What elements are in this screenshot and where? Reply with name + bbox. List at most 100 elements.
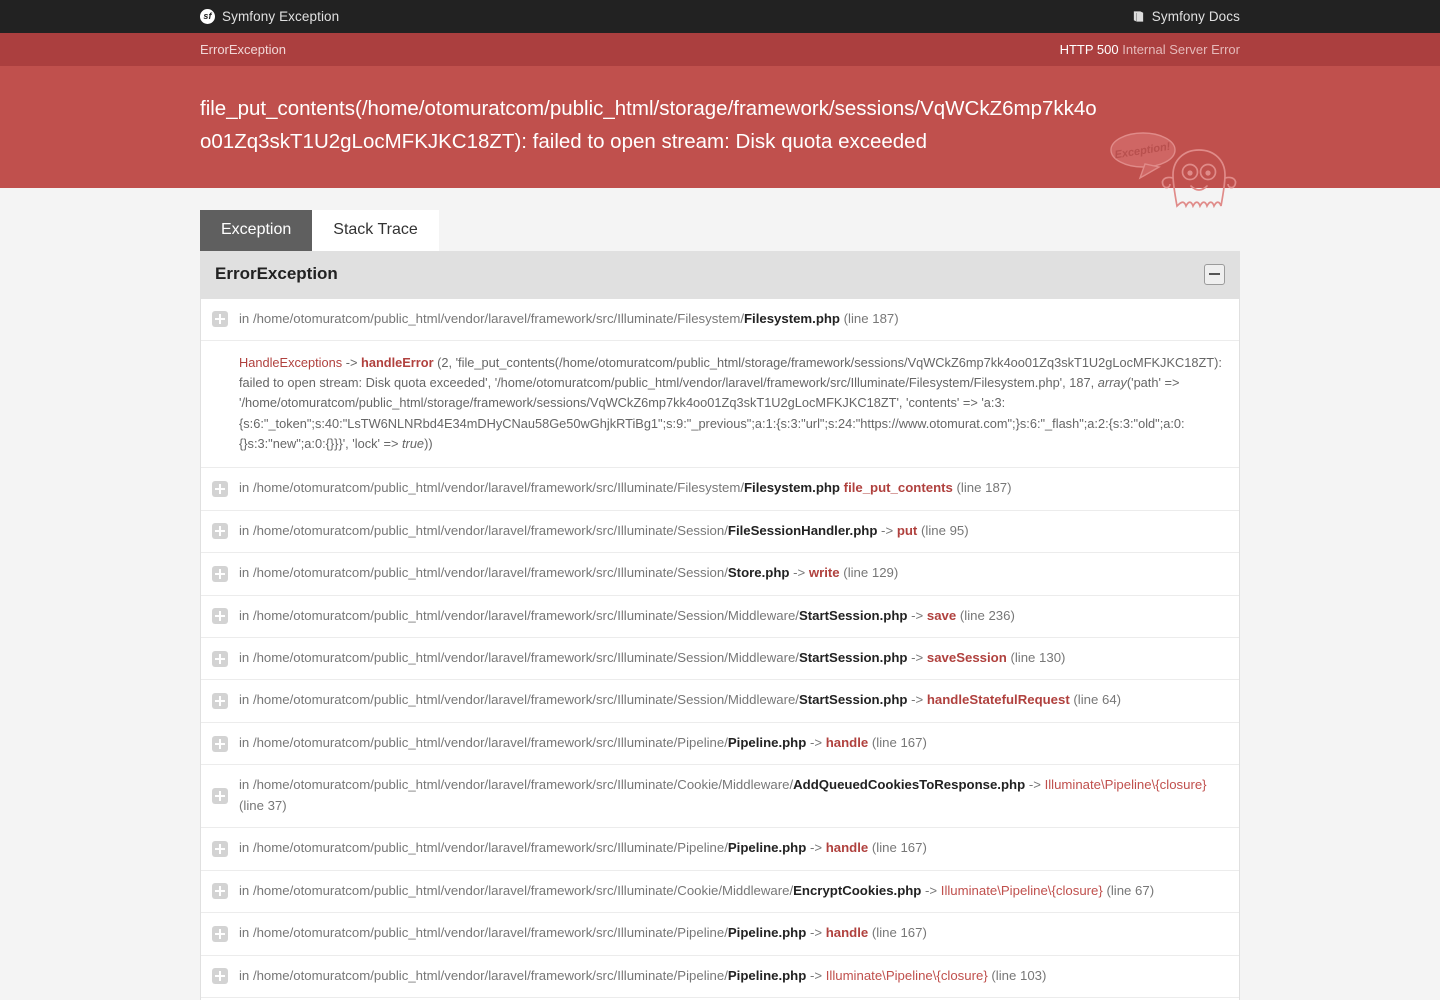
expand-plus-icon[interactable] xyxy=(212,311,228,328)
expand-plus-icon[interactable] xyxy=(212,565,228,582)
trace-arrow: -> xyxy=(877,522,897,538)
svg-text:Exception!: Exception! xyxy=(1114,141,1172,162)
trace-file-path: /home/otomuratcom/public_html/vendor/lar… xyxy=(252,607,799,623)
trace-function-name: put xyxy=(896,522,918,538)
expand-plus-icon[interactable] xyxy=(212,693,228,710)
trace-row[interactable]: in /home/otomuratcom/public_html/vendor/… xyxy=(201,765,1239,829)
status-code: HTTP 500 xyxy=(1059,42,1119,57)
trace-function-name: file_put_contents xyxy=(843,480,953,496)
trace-in-keyword: in xyxy=(239,692,253,708)
app-title: Symfony Exception xyxy=(222,9,340,24)
symfony-docs-label: Symfony Docs xyxy=(1151,9,1240,24)
status-bar: ErrorException HTTP 500 Internal Server … xyxy=(0,33,1440,66)
trace-args-detail: HandleExceptions -> handleError (2, 'fil… xyxy=(201,341,1239,469)
trace-line-number: (line 187) xyxy=(840,310,899,326)
trace-arrow: -> xyxy=(806,734,826,750)
trace-row[interactable]: in /home/otomuratcom/public_html/vendor/… xyxy=(201,511,1239,554)
trace-arrow: -> xyxy=(1025,777,1045,793)
trace-file-path: /home/otomuratcom/public_html/vendor/lar… xyxy=(252,522,728,538)
trace-file-name: StartSession.php xyxy=(798,692,908,708)
trace-line-number: (line 167) xyxy=(868,925,927,941)
args-body-last: )) xyxy=(424,435,433,451)
trace-row[interactable]: in /home/otomuratcom/public_html/vendor/… xyxy=(201,638,1239,681)
trace-file-name: StartSession.php xyxy=(798,607,908,623)
status-text: Internal Server Error xyxy=(1122,42,1240,57)
expand-plus-icon[interactable] xyxy=(212,523,228,540)
trace-line-number: (line 67) xyxy=(1102,882,1155,898)
trace-function-name: save xyxy=(926,607,957,623)
trace-row[interactable]: in /home/otomuratcom/public_html/vendor/… xyxy=(201,299,1239,342)
trace-file-path: /home/otomuratcom/public_html/vendor/lar… xyxy=(252,882,794,898)
trace-row[interactable]: in /home/otomuratcom/public_html/vendor/… xyxy=(201,596,1239,638)
trace-row[interactable]: in /home/otomuratcom/public_html/vendor/… xyxy=(201,553,1239,596)
expand-plus-icon[interactable] xyxy=(212,925,228,942)
tab-exception[interactable]: Exception xyxy=(200,210,313,251)
exception-panel-header: ErrorException xyxy=(201,250,1239,299)
trace-file-name: StartSession.php xyxy=(798,649,908,665)
trace-row[interactable]: in /home/otomuratcom/public_html/vendor/… xyxy=(201,680,1239,723)
trace-file-name: EncryptCookies.php xyxy=(793,882,922,898)
trace-line-number: (line 95) xyxy=(917,522,969,538)
trace-row[interactable]: in /home/otomuratcom/public_html/vendor/… xyxy=(201,871,1239,914)
trace-line-number: (line 130) xyxy=(1006,649,1066,665)
expand-plus-icon[interactable] xyxy=(212,788,228,805)
trace-file-name: Pipeline.php xyxy=(727,734,807,750)
trace-function-name: write xyxy=(808,565,840,581)
trace-arrow: -> xyxy=(921,882,941,898)
top-bar: sf Symfony Exception Symfony Docs xyxy=(0,0,1440,33)
tab-bar: Exception Stack Trace xyxy=(200,210,1240,251)
trace-arrow: -> xyxy=(806,840,826,856)
args-arrow: -> xyxy=(342,355,362,371)
trace-in-keyword: in xyxy=(239,734,253,750)
trace-row[interactable]: in /home/otomuratcom/public_html/vendor/… xyxy=(201,828,1239,871)
trace-in-keyword: in xyxy=(239,777,253,793)
brand-area: sf Symfony Exception xyxy=(200,9,339,24)
trace-arrow: -> xyxy=(907,692,927,708)
trace-line-number: (line 64) xyxy=(1069,692,1122,708)
expand-plus-icon[interactable] xyxy=(212,883,228,900)
trace-function-name: handle xyxy=(825,925,869,941)
trace-file-path: /home/otomuratcom/public_html/vendor/lar… xyxy=(252,777,794,793)
trace-line-number: (line 103) xyxy=(987,967,1047,983)
trace-file-path: /home/otomuratcom/public_html/vendor/lar… xyxy=(252,967,728,983)
trace-in-keyword: in xyxy=(239,882,253,898)
trace-function-name: handle xyxy=(825,840,869,856)
expand-plus-icon[interactable] xyxy=(212,650,228,667)
args-true-keyword: true xyxy=(402,435,425,451)
trace-file-name: FileSessionHandler.php xyxy=(727,522,878,538)
expand-plus-icon[interactable] xyxy=(212,968,228,985)
trace-row[interactable]: in /home/otomuratcom/public_html/vendor/… xyxy=(201,468,1239,511)
trace-file-name: Pipeline.php xyxy=(727,925,807,941)
trace-function-name: handle xyxy=(825,734,869,750)
expand-plus-icon[interactable] xyxy=(212,608,228,625)
trace-arrow: -> xyxy=(789,565,809,581)
trace-line-number: (line 37) xyxy=(239,797,287,813)
trace-function-name: handleStatefulRequest xyxy=(926,692,1070,708)
stack-trace-list: in /home/otomuratcom/public_html/vendor/… xyxy=(201,299,1239,1000)
tab-stack-trace[interactable]: Stack Trace xyxy=(312,210,439,251)
trace-row[interactable]: in /home/otomuratcom/public_html/vendor/… xyxy=(201,956,1239,999)
trace-row[interactable]: in /home/otomuratcom/public_html/vendor/… xyxy=(201,723,1239,766)
trace-file-path: /home/otomuratcom/public_html/vendor/lar… xyxy=(252,692,799,708)
trace-file-path: /home/otomuratcom/public_html/vendor/lar… xyxy=(252,310,744,326)
args-body-first: (2, xyxy=(433,355,456,371)
trace-file-path: /home/otomuratcom/public_html/vendor/lar… xyxy=(252,649,799,665)
minus-icon[interactable] xyxy=(1204,263,1225,285)
book-icon xyxy=(1132,10,1145,23)
trace-arrow: -> xyxy=(907,607,927,623)
trace-file-path: /home/otomuratcom/public_html/vendor/lar… xyxy=(252,734,728,750)
expand-plus-icon[interactable] xyxy=(212,840,228,857)
trace-row[interactable]: in /home/otomuratcom/public_html/vendor/… xyxy=(201,913,1239,956)
trace-in-keyword: in xyxy=(239,649,253,665)
expand-plus-icon[interactable] xyxy=(212,480,228,497)
symfony-docs-link[interactable]: Symfony Docs xyxy=(1132,9,1240,24)
trace-file-path: /home/otomuratcom/public_html/vendor/lar… xyxy=(252,925,728,941)
trace-in-keyword: in xyxy=(239,607,253,623)
trace-file-name: Store.php xyxy=(727,565,790,581)
expand-plus-icon[interactable] xyxy=(212,735,228,752)
ghost-mascot-icon: Exception! xyxy=(1107,128,1242,209)
args-class-name: HandleExceptions xyxy=(239,355,343,371)
trace-function-name: Illuminate\Pipeline\{closure} xyxy=(825,967,988,983)
trace-file-name: Pipeline.php xyxy=(727,967,807,983)
args-method-name: handleError xyxy=(361,355,434,371)
